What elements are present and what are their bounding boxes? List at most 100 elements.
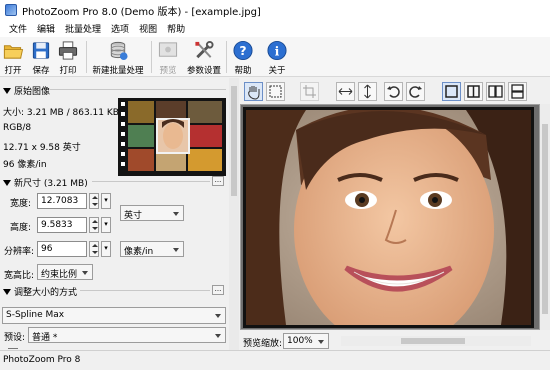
printer-icon xyxy=(58,41,78,60)
section-divider xyxy=(80,290,210,291)
aspect-select[interactable]: 约束比例 xyxy=(37,264,93,280)
selection-icon xyxy=(269,85,282,98)
save-button[interactable]: 保存 xyxy=(30,38,52,76)
preview-horizontal-scrollbar[interactable] xyxy=(341,336,531,346)
menu-edit[interactable]: 编辑 xyxy=(32,22,60,35)
print-button[interactable]: 打印 xyxy=(57,38,79,76)
title-bar: PhotoZoom Pro 8.0 (Demo 版本) - [example.j… xyxy=(0,0,550,20)
horizontal-arrows-icon xyxy=(338,88,353,95)
resolution-input[interactable]: 96 xyxy=(37,241,87,257)
select-tool-button[interactable] xyxy=(266,82,285,101)
preset-select[interactable]: 普通 * xyxy=(28,327,226,343)
side-by-side-icon xyxy=(488,85,503,98)
section-divider xyxy=(92,181,210,182)
about-label: 关于 xyxy=(268,66,286,76)
floppy-disk-icon xyxy=(32,42,50,59)
resize-method-select[interactable]: S-Spline Max xyxy=(2,307,226,324)
single-view-icon xyxy=(445,85,458,98)
original-size: 大小: 3.21 MB / 863.11 KB xyxy=(3,108,119,118)
new-size-more-button[interactable]: ... xyxy=(212,176,224,186)
width-menu-button[interactable]: ▾ xyxy=(101,193,111,209)
preset-label: 预设: xyxy=(4,333,26,343)
new-batch-button[interactable]: 新建批量处理 xyxy=(90,38,146,76)
folder-open-icon xyxy=(3,45,24,59)
new-batch-label: 新建批量处理 xyxy=(92,66,144,76)
help-icon: ? xyxy=(233,40,253,61)
save-label: 保存 xyxy=(32,66,50,76)
original-image-header[interactable]: 原始图像 xyxy=(3,84,50,97)
side-by-side-view-button[interactable] xyxy=(486,82,505,101)
scrollbar-thumb[interactable] xyxy=(231,86,237,196)
rotate-right-icon xyxy=(409,86,422,98)
resolution-menu-button[interactable]: ▾ xyxy=(101,241,111,257)
crop-button[interactable] xyxy=(300,82,319,101)
split-view-icon xyxy=(467,85,480,98)
height-input[interactable]: 9.5833 xyxy=(37,217,87,233)
menu-help[interactable]: 帮助 xyxy=(162,22,190,35)
width-spinner[interactable] xyxy=(89,193,99,209)
collapse-triangle-icon xyxy=(3,179,11,186)
single-view-button[interactable] xyxy=(442,82,461,101)
film-strip-image xyxy=(118,98,226,176)
preview-vertical-scrollbar[interactable] xyxy=(540,104,550,330)
window-title: PhotoZoom Pro 8.0 (Demo 版本) - [example.j… xyxy=(22,6,261,18)
open-button[interactable]: 打开 xyxy=(2,38,24,76)
height-menu-button[interactable]: ▾ xyxy=(101,217,111,233)
size-unit-select[interactable]: 英寸 xyxy=(120,205,184,221)
fit-width-button[interactable] xyxy=(336,82,355,101)
toolbar-separator xyxy=(86,41,87,73)
preview-label: 预览 xyxy=(159,66,177,76)
menu-options[interactable]: 选项 xyxy=(106,22,134,35)
height-spinner[interactable] xyxy=(89,217,99,233)
preview-image xyxy=(243,107,534,328)
scrollbar-thumb[interactable] xyxy=(401,338,465,344)
hand-icon xyxy=(248,86,260,100)
settings-button[interactable]: 参数设置 xyxy=(186,38,222,76)
resize-method-more-button[interactable]: ... xyxy=(212,285,224,295)
stacked-view-button[interactable] xyxy=(508,82,527,101)
collapse-triangle-icon xyxy=(3,87,11,94)
new-size-title: 新尺寸 (3.21 MB) xyxy=(14,179,88,189)
crop-icon xyxy=(303,85,316,98)
collapse-triangle-icon xyxy=(3,288,11,295)
menu-file[interactable]: 文件 xyxy=(4,22,32,35)
status-text: PhotoZoom Pro 8 xyxy=(3,355,81,365)
width-input[interactable]: 12.7083 xyxy=(37,193,87,209)
rotate-right-button[interactable] xyxy=(406,82,425,101)
about-button[interactable]: i 关于 xyxy=(265,38,289,76)
height-label: 高度: xyxy=(10,223,32,233)
resolution-label: 分辨率: xyxy=(4,247,35,257)
split-view-button[interactable] xyxy=(464,82,483,101)
resolution-spinner[interactable] xyxy=(89,241,99,257)
toolbar-separator xyxy=(226,41,227,73)
rotate-left-button[interactable] xyxy=(384,82,403,101)
preview-button[interactable]: 预览 xyxy=(156,38,180,76)
resize-method-header[interactable]: 调整大小的方式 xyxy=(3,285,77,298)
help-button[interactable]: ? 帮助 xyxy=(231,38,255,76)
open-label: 打开 xyxy=(4,66,22,76)
zoom-select[interactable]: 100% xyxy=(283,333,329,349)
resolution-unit-select[interactable]: 像素/in xyxy=(120,241,184,257)
vertical-arrows-icon xyxy=(364,84,371,99)
fit-height-button[interactable] xyxy=(358,82,377,101)
rotate-left-icon xyxy=(387,86,400,98)
pan-tool-button[interactable] xyxy=(244,82,263,101)
scrollbar-thumb[interactable] xyxy=(542,124,548,314)
status-bar: PhotoZoom Pro 8 xyxy=(0,350,550,370)
original-mode: RGB/8 xyxy=(3,123,32,133)
svg-text:i: i xyxy=(275,43,280,58)
original-resolution: 96 像素/in xyxy=(3,160,47,170)
portrait-photo xyxy=(246,110,531,325)
resize-method-title: 调整大小的方式 xyxy=(14,288,78,298)
new-size-header[interactable]: 新尺寸 (3.21 MB) xyxy=(3,176,88,189)
preview-icon xyxy=(158,42,178,57)
main-toolbar: 打开 保存 打印 新建批量处理 预览 参数设置 ? 帮助 i 关于 xyxy=(0,37,550,77)
menu-batch[interactable]: 批量处理 xyxy=(60,22,106,35)
zoom-label: 预览缩放: xyxy=(243,339,283,349)
menu-view[interactable]: 视图 xyxy=(134,22,162,35)
left-panel-scrollbar[interactable] xyxy=(229,78,239,350)
section-divider xyxy=(50,89,226,90)
database-stack-icon xyxy=(110,41,128,61)
svg-text:?: ? xyxy=(239,43,246,58)
app-icon xyxy=(5,4,17,16)
